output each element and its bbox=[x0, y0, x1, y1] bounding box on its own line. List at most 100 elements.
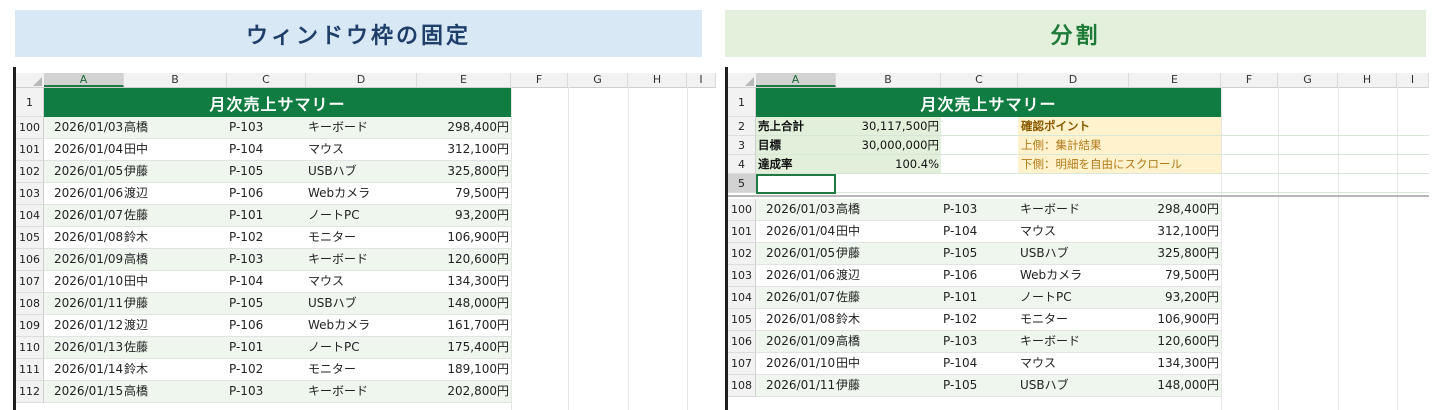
note-cell[interactable]: 下側：明細を自由にスクロール bbox=[1018, 155, 1221, 173]
product-name-cell[interactable]: マウス bbox=[1020, 221, 1120, 242]
product-name-cell[interactable]: USBハブ bbox=[1020, 375, 1120, 396]
row-header[interactable]: 103 bbox=[16, 183, 44, 205]
select-all-corner[interactable] bbox=[16, 73, 44, 87]
row-header[interactable]: 106 bbox=[16, 249, 44, 271]
product-name-cell[interactable]: マウス bbox=[308, 271, 408, 292]
product-name-cell[interactable]: キーボード bbox=[308, 117, 408, 138]
product-name-cell[interactable]: キーボード bbox=[308, 381, 408, 402]
column-header-c[interactable]: C bbox=[227, 73, 306, 87]
product-name-cell[interactable]: ノートPC bbox=[1020, 287, 1120, 308]
amount-cell[interactable]: 134,300円 bbox=[417, 271, 509, 292]
product-code-cell[interactable]: P-104 bbox=[943, 353, 1013, 374]
amount-cell[interactable]: 325,800円 bbox=[1129, 243, 1219, 264]
column-header-h[interactable]: H bbox=[1338, 73, 1397, 87]
person-cell[interactable]: 田中 bbox=[124, 139, 184, 160]
product-name-cell[interactable]: モニター bbox=[1020, 309, 1120, 330]
product-code-cell[interactable]: P-105 bbox=[943, 375, 1013, 396]
product-name-cell[interactable]: USBハブ bbox=[308, 293, 408, 314]
column-header-i[interactable]: I bbox=[1397, 73, 1429, 87]
row-header[interactable]: 109 bbox=[16, 315, 44, 337]
row-header[interactable]: 107 bbox=[728, 353, 756, 375]
select-all-corner[interactable] bbox=[728, 73, 756, 87]
product-code-cell[interactable]: P-103 bbox=[229, 381, 299, 402]
product-code-cell[interactable]: P-103 bbox=[943, 199, 1013, 220]
product-code-cell[interactable]: P-105 bbox=[229, 293, 299, 314]
product-name-cell[interactable]: キーボード bbox=[1020, 199, 1120, 220]
amount-cell[interactable]: 106,900円 bbox=[1129, 309, 1219, 330]
product-code-cell[interactable]: P-102 bbox=[229, 227, 299, 248]
column-header-g[interactable]: G bbox=[568, 73, 628, 87]
active-cell-a5[interactable] bbox=[756, 174, 836, 194]
person-cell[interactable]: 伊藤 bbox=[124, 161, 184, 182]
amount-cell[interactable]: 93,200円 bbox=[1129, 287, 1219, 308]
amount-cell[interactable]: 202,800円 bbox=[417, 381, 509, 402]
person-cell[interactable]: 田中 bbox=[124, 271, 184, 292]
person-cell[interactable]: 佐藤 bbox=[836, 287, 896, 308]
row-header[interactable]: 104 bbox=[728, 287, 756, 309]
column-header-i[interactable]: I bbox=[687, 73, 716, 87]
row-header[interactable]: 106 bbox=[728, 331, 756, 353]
column-header-g[interactable]: G bbox=[1278, 73, 1338, 87]
product-code-cell[interactable]: P-104 bbox=[229, 271, 299, 292]
product-name-cell[interactable]: USBハブ bbox=[1020, 243, 1120, 264]
row-header[interactable]: 100 bbox=[16, 117, 44, 139]
column-header-b[interactable]: B bbox=[124, 73, 227, 87]
column-header-d[interactable]: D bbox=[1018, 73, 1129, 87]
row-header[interactable]: 112 bbox=[16, 381, 44, 403]
amount-cell[interactable]: 175,400円 bbox=[417, 337, 509, 358]
person-cell[interactable]: 渡辺 bbox=[836, 265, 896, 286]
product-code-cell[interactable]: P-101 bbox=[229, 337, 299, 358]
product-name-cell[interactable]: キーボード bbox=[1020, 331, 1120, 352]
product-name-cell[interactable]: ノートPC bbox=[308, 337, 408, 358]
note-cell[interactable]: 確認ポイント bbox=[1018, 117, 1221, 135]
amount-cell[interactable]: 93,200円 bbox=[417, 205, 509, 226]
product-name-cell[interactable]: キーボード bbox=[308, 249, 408, 270]
product-name-cell[interactable]: マウス bbox=[1020, 353, 1120, 374]
person-cell[interactable]: 高橋 bbox=[124, 117, 184, 138]
row-header[interactable]: 107 bbox=[16, 271, 44, 293]
product-name-cell[interactable]: Webカメラ bbox=[1020, 265, 1120, 286]
product-code-cell[interactable]: P-101 bbox=[943, 287, 1013, 308]
column-header-f[interactable]: F bbox=[511, 73, 568, 87]
column-header-e[interactable]: E bbox=[417, 73, 511, 87]
person-cell[interactable]: 鈴木 bbox=[836, 309, 896, 330]
row-header[interactable]: 102 bbox=[728, 243, 756, 265]
amount-cell[interactable]: 161,700円 bbox=[417, 315, 509, 336]
person-cell[interactable]: 伊藤 bbox=[836, 243, 896, 264]
row-header[interactable]: 105 bbox=[16, 227, 44, 249]
amount-cell[interactable]: 120,600円 bbox=[417, 249, 509, 270]
column-header-d[interactable]: D bbox=[306, 73, 417, 87]
row-header[interactable]: 101 bbox=[728, 221, 756, 243]
summary-value[interactable]: 30,000,000円 bbox=[836, 136, 941, 154]
person-cell[interactable]: 渡辺 bbox=[124, 315, 184, 336]
split-sheet[interactable]: A B C D E F G H I 1 月次売上サマリー 2 売上合計 30,117,500円 確認ポイント… bbox=[725, 67, 1429, 410]
product-code-cell[interactable]: P-101 bbox=[229, 205, 299, 226]
summary-value[interactable]: 30,117,500円 bbox=[836, 117, 941, 135]
amount-cell[interactable]: 312,100円 bbox=[417, 139, 509, 160]
product-code-cell[interactable]: P-106 bbox=[229, 315, 299, 336]
amount-cell[interactable]: 79,500円 bbox=[417, 183, 509, 204]
person-cell[interactable]: 鈴木 bbox=[124, 359, 184, 380]
person-cell[interactable]: 高橋 bbox=[124, 249, 184, 270]
person-cell[interactable]: 田中 bbox=[836, 221, 896, 242]
person-cell[interactable]: 佐藤 bbox=[124, 205, 184, 226]
amount-cell[interactable]: 120,600円 bbox=[1129, 331, 1219, 352]
product-name-cell[interactable]: Webカメラ bbox=[308, 315, 408, 336]
column-header-a[interactable]: A bbox=[44, 73, 124, 87]
row-header[interactable]: 108 bbox=[16, 293, 44, 315]
column-header-b[interactable]: B bbox=[836, 73, 941, 87]
amount-cell[interactable]: 298,400円 bbox=[1129, 199, 1219, 220]
row-header[interactable]: 101 bbox=[16, 139, 44, 161]
person-cell[interactable]: 田中 bbox=[836, 353, 896, 374]
row-header[interactable]: 2 bbox=[728, 117, 756, 136]
row-header[interactable]: 103 bbox=[728, 265, 756, 287]
row-header[interactable]: 108 bbox=[728, 375, 756, 397]
product-code-cell[interactable]: P-104 bbox=[229, 139, 299, 160]
column-header-a[interactable]: A bbox=[756, 73, 836, 87]
row-header[interactable]: 4 bbox=[728, 155, 756, 174]
row-header[interactable]: 110 bbox=[16, 337, 44, 359]
product-code-cell[interactable]: P-105 bbox=[943, 243, 1013, 264]
summary-value[interactable]: 100.4% bbox=[836, 155, 941, 173]
product-name-cell[interactable]: モニター bbox=[308, 227, 408, 248]
amount-cell[interactable]: 312,100円 bbox=[1129, 221, 1219, 242]
